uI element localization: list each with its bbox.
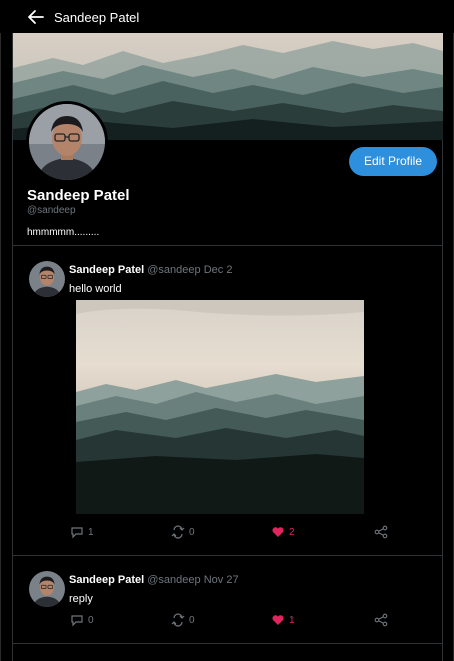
retweet-count: 0 <box>189 614 195 626</box>
like-count: 1 <box>289 614 295 626</box>
retweet-action[interactable]: 0 <box>171 525 195 539</box>
tweet-header: Sandeep Patel @sandeep Dec 2 <box>69 264 232 276</box>
divider <box>13 555 443 556</box>
tweet-avatar[interactable] <box>29 571 65 607</box>
heart-icon <box>272 527 284 537</box>
heart-icon <box>272 615 284 625</box>
tweet-date[interactable]: Dec 2 <box>204 264 233 276</box>
tweet-media-image[interactable] <box>76 300 364 514</box>
retweet-action[interactable]: 0 <box>171 613 195 627</box>
reply-icon <box>71 527 83 539</box>
top-bar: Sandeep Patel <box>0 0 454 33</box>
tweet-author-handle: @sandeep <box>147 574 201 586</box>
tweet-text: reply <box>69 593 93 605</box>
divider <box>13 643 443 644</box>
reply-action[interactable]: 0 <box>70 613 94 627</box>
tweet-text: hello world <box>69 283 122 295</box>
tweet-date[interactable]: Nov 27 <box>204 574 239 586</box>
like-action[interactable]: 2 <box>271 525 295 539</box>
edit-profile-button[interactable]: Edit Profile <box>349 147 437 176</box>
tweet-author-name[interactable]: Sandeep Patel <box>69 574 144 586</box>
like-action[interactable]: 1 <box>271 613 295 627</box>
share-icon[interactable] <box>374 613 388 627</box>
retweet-icon <box>171 613 185 627</box>
reply-action[interactable]: 1 <box>70 525 94 539</box>
divider <box>13 245 443 246</box>
back-arrow-icon[interactable] <box>27 8 45 26</box>
profile-avatar[interactable] <box>29 104 105 180</box>
retweet-count: 0 <box>189 526 195 538</box>
tweet-author-name[interactable]: Sandeep Patel <box>69 264 144 276</box>
reply-count: 0 <box>88 614 94 626</box>
tweet-header: Sandeep Patel @sandeep Nov 27 <box>69 574 239 586</box>
profile-handle: @sandeep <box>27 205 76 216</box>
reply-count: 1 <box>88 526 94 538</box>
share-icon[interactable] <box>374 525 388 539</box>
profile-name: Sandeep Patel <box>27 187 130 204</box>
retweet-icon <box>171 525 185 539</box>
tweet-avatar[interactable] <box>29 261 65 297</box>
header-title: Sandeep Patel <box>54 10 140 25</box>
reply-icon <box>71 615 83 627</box>
like-count: 2 <box>289 526 295 538</box>
tweet-author-handle: @sandeep <box>147 264 201 276</box>
profile-bio: hmmmmm......... <box>27 227 100 238</box>
